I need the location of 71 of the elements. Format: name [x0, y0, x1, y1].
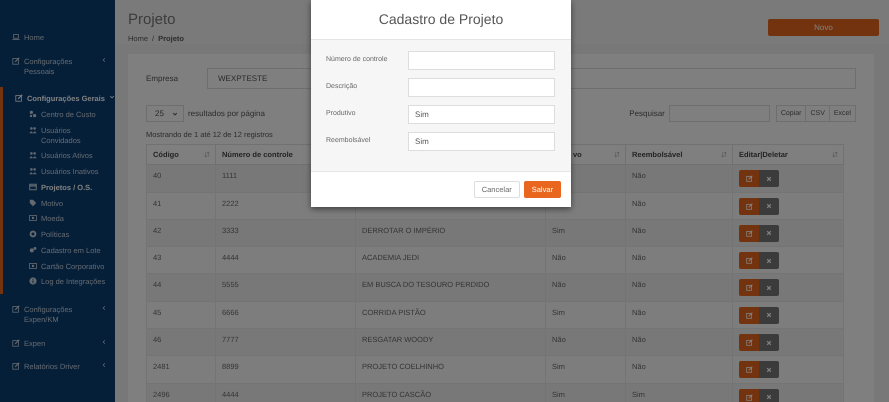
input-field[interactable] [408, 78, 555, 97]
input-field[interactable]: Sim [408, 105, 555, 124]
card-icon [29, 182, 37, 191]
edit-icon [746, 284, 752, 292]
edit-icon [746, 257, 752, 264]
sort-icon [204, 151, 210, 158]
input-field[interactable]: Sim [408, 132, 555, 151]
users-icon [29, 151, 37, 160]
money-icon [29, 262, 37, 270]
new-button[interactable]: Novo [768, 19, 879, 36]
chevron-left-icon [101, 56, 107, 63]
delete-button[interactable] [759, 334, 779, 352]
chevron-down-icon [108, 94, 115, 100]
info-icon [29, 277, 37, 286]
edit-icon [746, 230, 752, 237]
field-label: Empresa [146, 72, 180, 85]
laptop-icon [12, 33, 20, 41]
edit-icon [746, 202, 752, 210]
edit-icon [12, 338, 20, 346]
edit-icon [12, 362, 20, 370]
delete-button[interactable] [759, 388, 779, 402]
page-size-label: resultados por página [188, 108, 265, 120]
money-icon [29, 214, 37, 222]
edit-button[interactable] [739, 224, 759, 242]
delete-button[interactable] [759, 306, 779, 324]
edit-icon [746, 394, 752, 401]
close-icon [766, 230, 772, 236]
close-icon [766, 176, 772, 182]
tag-icon [29, 198, 37, 206]
sort-icon [614, 151, 620, 158]
page-size-select[interactable]: 25 [146, 105, 184, 122]
users-icon [29, 167, 37, 175]
edit-icon [12, 56, 20, 65]
sort-icon [832, 151, 838, 158]
delete-button[interactable] [759, 170, 779, 188]
edit-icon [746, 312, 752, 319]
close-icon [766, 366, 772, 373]
delete-button[interactable] [759, 198, 779, 215]
edit-button[interactable] [739, 361, 759, 378]
close-icon [766, 258, 772, 264]
edit-icon [746, 339, 752, 346]
search-label: Pesquisar [629, 108, 665, 120]
edit-icon [746, 175, 752, 182]
delete-button[interactable] [759, 224, 779, 242]
users-icon [29, 126, 37, 134]
close-icon [766, 340, 772, 346]
close-icon [766, 312, 772, 318]
network-icon [29, 110, 37, 118]
edit-icon [12, 305, 20, 313]
delete-button[interactable] [759, 252, 779, 270]
edit-icon [15, 94, 23, 102]
edit-button[interactable] [739, 306, 759, 324]
edit-icon [746, 366, 752, 374]
edit-button[interactable] [739, 198, 759, 215]
close-icon [766, 203, 772, 210]
close-icon [766, 394, 772, 400]
close-icon [766, 284, 772, 291]
chevron-left-icon [101, 338, 107, 344]
caret-icon [172, 110, 178, 117]
page-title: Projeto [128, 12, 177, 27]
edit-button[interactable] [739, 252, 759, 270]
input-field[interactable] [408, 51, 555, 70]
chevron-left-icon [101, 362, 107, 368]
chevron-left-icon [101, 305, 107, 311]
edit-button[interactable] [739, 170, 759, 188]
delete-button[interactable] [759, 279, 779, 296]
edit-button[interactable] [739, 334, 759, 352]
delete-button[interactable] [759, 361, 779, 378]
edit-button[interactable] [739, 279, 759, 296]
edit-button[interactable] [739, 388, 759, 402]
sort-icon [721, 151, 727, 158]
